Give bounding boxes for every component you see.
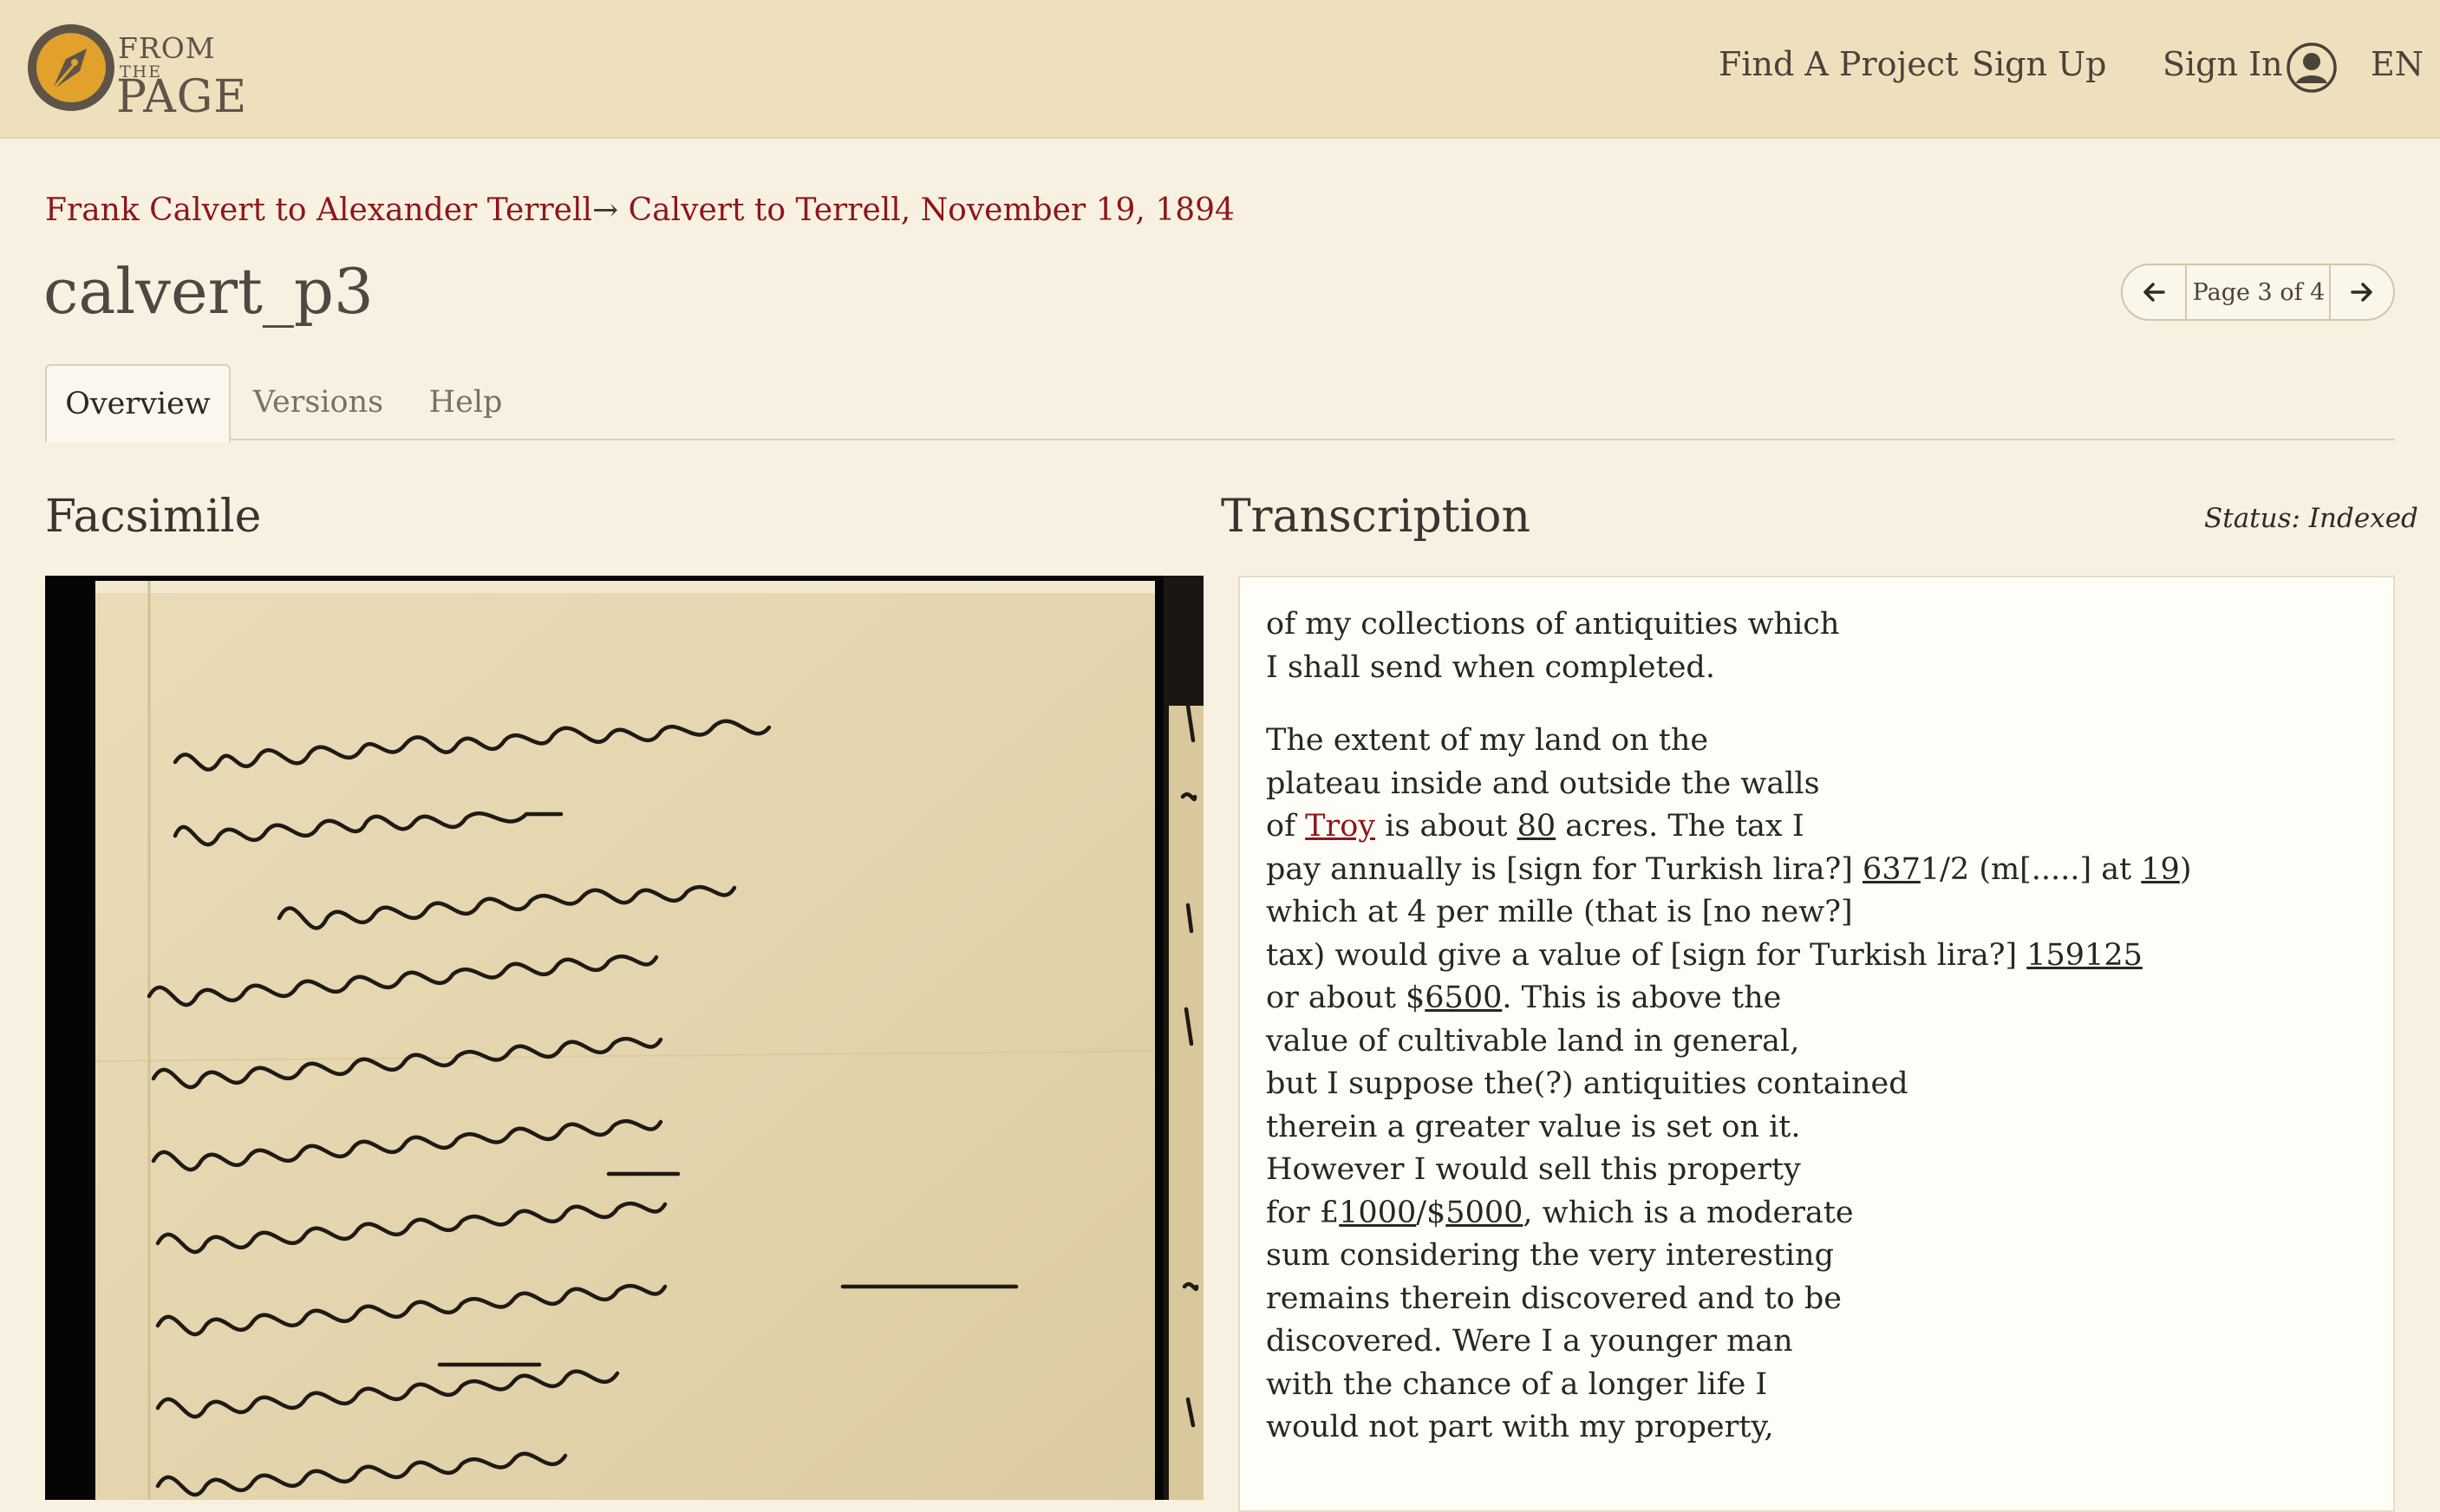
underlined-text: 6500	[1425, 981, 1503, 1015]
page-counter: Page 3 of 4	[2192, 278, 2326, 306]
breadcrumb-work-link[interactable]: Calvert to Terrell, November 19, 1894	[629, 192, 1235, 228]
transcription-status: Status: Indexed	[2204, 503, 2418, 534]
transcription-heading: Transcription	[1221, 491, 1530, 543]
tab-overview[interactable]: Overview	[45, 364, 231, 442]
nav-sign-in[interactable]: Sign In	[2163, 45, 2283, 83]
logo-text-page: PAGE	[116, 71, 248, 123]
subject-link-troy[interactable]: Troy	[1305, 809, 1375, 844]
pen-nib-logo-icon	[28, 24, 114, 111]
transcription-line: However I would sell this property	[1266, 1152, 1801, 1187]
transcription-paragraph: The extent of my land on the plateau ins…	[1266, 720, 2191, 1450]
previous-page-button[interactable]	[2123, 265, 2187, 319]
handwritten-letter-image	[95, 576, 1204, 1500]
transcription-line: tax) would give a value of [sign for Tur…	[1266, 935, 2191, 978]
transcription-line: or about $6500. This is above the	[1266, 977, 2191, 1020]
text-span: , which is a moderate	[1523, 1195, 1854, 1230]
text-span: is about	[1375, 809, 1517, 844]
text-span: pay annually is [sign for Turkish lira?]	[1266, 851, 1863, 887]
nav-sign-up[interactable]: Sign Up	[1972, 45, 2106, 83]
transcription-line: but I suppose the(?) antiquities contain…	[1266, 1066, 1908, 1101]
top-nav-bar: FROM THE PAGE Find A Project Sign Up Sig…	[0, 0, 2440, 139]
text-span: 1/2 (m[.....] at	[1920, 851, 2142, 887]
transcription-line: of Troy is about 80 acres. The tax I	[1266, 805, 2191, 849]
transcription-line: plateau inside and outside the walls	[1266, 766, 1820, 801]
transcription-line: for £1000/$5000, which is a moderate	[1266, 1192, 2191, 1235]
transcription-line: would not part with my property,	[1266, 1410, 1774, 1444]
transcription-line: therein a greater value is set on it.	[1266, 1109, 1801, 1144]
logo-text-from: FROM	[118, 31, 216, 65]
text-span: for £	[1266, 1195, 1340, 1230]
transcription-line: sum considering the very interesting	[1266, 1238, 1834, 1273]
transcription-line: discovered. Were I a younger man	[1266, 1324, 1793, 1359]
underlined-text: 19	[2141, 851, 2180, 887]
underlined-text: 637	[1863, 851, 1921, 887]
page-title: calvert_p3	[43, 255, 374, 328]
fromthepage-logo[interactable]: FROM THE PAGE	[26, 23, 286, 123]
transcription-line: pay annually is [sign for Turkish lira?]…	[1266, 849, 2191, 892]
breadcrumb: Frank Calvert to Alexander Terrell→ Calv…	[45, 192, 1235, 228]
nav-find-a-project[interactable]: Find A Project	[1719, 45, 1958, 83]
tab-versions[interactable]: Versions	[241, 364, 395, 440]
transcription-line: The extent of my land on the	[1266, 723, 1709, 758]
text-span: acres. The tax I	[1556, 809, 1804, 844]
text-span: . This is above the	[1502, 981, 1782, 1015]
transcription-line: I shall send when completed.	[1266, 649, 1715, 685]
text-span: or about $	[1266, 981, 1426, 1015]
transcription-panel: of my collections of antiquities which I…	[1238, 576, 2395, 1512]
transcription-line: with the chance of a longer life I	[1266, 1366, 1768, 1402]
transcription-line: remains therein discovered and to be	[1266, 1281, 1842, 1316]
breadcrumb-collection-link[interactable]: Frank Calvert to Alexander Terrell	[45, 192, 592, 228]
arrow-right-icon	[2351, 283, 2372, 302]
text-span: /$	[1416, 1195, 1446, 1230]
underlined-text: 80	[1517, 809, 1556, 844]
transcription-paragraph: of my collections of antiquities which I…	[1266, 603, 1839, 689]
transcription-line: of my collections of antiquities which	[1266, 607, 1840, 642]
underlined-text: 159125	[2026, 937, 2143, 973]
text-span: of	[1266, 809, 1306, 844]
tab-help[interactable]: Help	[418, 364, 513, 440]
text-span: tax) would give a value of [sign for Tur…	[1266, 937, 2027, 973]
user-avatar-icon[interactable]	[2286, 42, 2338, 94]
tab-bar-divider	[45, 439, 2395, 440]
text-span: )	[2179, 851, 2192, 887]
next-page-button[interactable]	[2329, 265, 2393, 319]
language-selector[interactable]: EN	[2371, 45, 2424, 83]
breadcrumb-separator: →	[592, 192, 619, 228]
arrow-left-icon	[2143, 283, 2165, 302]
transcription-line: which at 4 per mille (that is [no new?]	[1266, 895, 1853, 929]
page-pager: Page 3 of 4	[2121, 264, 2395, 321]
transcription-line: value of cultivable land in general,	[1266, 1023, 1800, 1059]
underlined-text: 1000	[1339, 1195, 1417, 1230]
underlined-text: 5000	[1445, 1195, 1523, 1230]
facsimile-image-viewer[interactable]	[45, 576, 1204, 1500]
facsimile-heading: Facsimile	[45, 491, 262, 543]
